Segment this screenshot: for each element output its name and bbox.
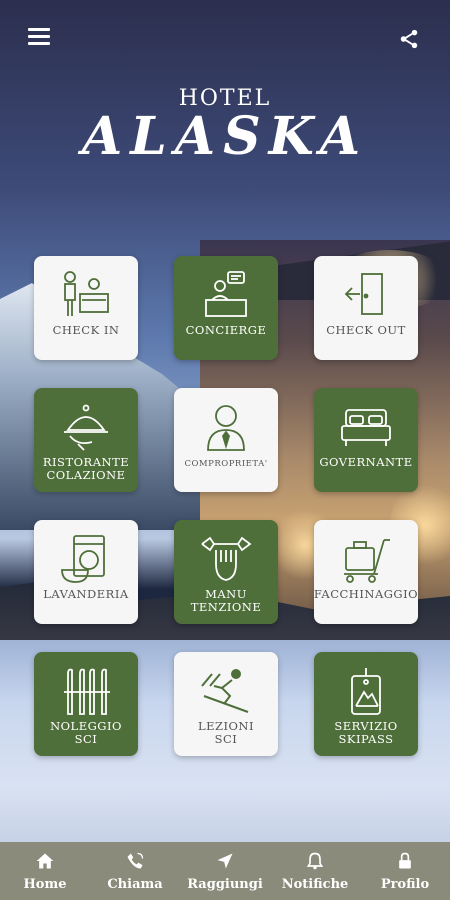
- nav-label: Profilo: [380, 876, 430, 892]
- tile-manutenzione[interactable]: MANU TENZIONE: [174, 520, 278, 624]
- nav-label: Home: [23, 876, 67, 892]
- ski-pass-icon: [351, 668, 381, 715]
- tile-governante[interactable]: GOVERNANTE: [314, 388, 418, 492]
- tile-label: GOVERNANTE: [319, 455, 413, 469]
- tile-label: LEZIONI SCI: [197, 719, 255, 746]
- cloche-serving-icon: [64, 404, 108, 451]
- nav-label: Chiama: [107, 876, 163, 892]
- business-person-icon: [207, 405, 245, 451]
- nav-chiama[interactable]: Chiama: [95, 851, 175, 892]
- tile-concierge[interactable]: CONCIERGE: [174, 256, 278, 360]
- home-icon: [36, 853, 54, 868]
- tile-label: RISTORANTE COLAZIONE: [42, 455, 130, 482]
- tile-label: CHECK IN: [52, 323, 120, 337]
- brand-hotel-name: ALASKA: [81, 106, 369, 167]
- tile-lezioni-sci[interactable]: LEZIONI SCI: [174, 652, 278, 756]
- wrench-hand-icon: [201, 536, 252, 581]
- bed-icon: [341, 409, 391, 446]
- luggage-cart-icon: [344, 539, 390, 583]
- tile-check-out[interactable]: CHECK OUT: [314, 256, 418, 360]
- tile-ristorante-colazione[interactable]: RISTORANTE COLAZIONE: [34, 388, 138, 492]
- hamburger-menu-icon[interactable]: [28, 28, 50, 48]
- tile-check-in[interactable]: CHECK IN: [34, 256, 138, 360]
- tile-label: CONCIERGE: [185, 323, 267, 337]
- share-icon[interactable]: [398, 28, 420, 50]
- exit-door-icon: [344, 273, 383, 315]
- concierge-desk-icon: [205, 271, 247, 317]
- tile-label: FACCHINAGGIO: [313, 587, 419, 601]
- tile-servizio-skipass[interactable]: SERVIZIO SKIPASS: [314, 652, 418, 756]
- nav-raggiungi[interactable]: Raggiungi: [185, 851, 265, 892]
- tile-label: COMPROPRIETA': [184, 459, 268, 469]
- reception-desk-icon: [64, 271, 109, 316]
- tile-label: NOLEGGIO SCI: [50, 719, 122, 746]
- phone-icon: [127, 852, 144, 868]
- skis-icon: [64, 668, 110, 715]
- bottom-navigation: Home Chiama Raggiungi Notifiche Profilo: [0, 842, 450, 900]
- washing-machine-icon: [61, 535, 105, 583]
- nav-home[interactable]: Home: [5, 851, 85, 892]
- tile-label: SERVIZIO SKIPASS: [334, 719, 398, 746]
- tile-noleggio-sci[interactable]: NOLEGGIO SCI: [34, 652, 138, 756]
- nav-label: Notifiche: [281, 876, 349, 892]
- skier-icon: [201, 669, 249, 713]
- nav-label: Raggiungi: [187, 876, 263, 892]
- tile-comproprieta[interactable]: COMPROPRIETA': [174, 388, 278, 492]
- tile-facchinaggio[interactable]: FACCHINAGGIO: [314, 520, 418, 624]
- tile-label: CHECK OUT: [326, 323, 406, 337]
- tile-label: MANU TENZIONE: [190, 587, 262, 614]
- lock-icon: [399, 852, 411, 868]
- tile-lavanderia[interactable]: LAVANDERIA: [34, 520, 138, 624]
- bell-icon: [306, 852, 324, 869]
- nav-notifiche[interactable]: Notifiche: [275, 851, 355, 892]
- navigation-arrow-icon: [217, 853, 233, 868]
- nav-profilo[interactable]: Profilo: [365, 851, 445, 892]
- tile-label: LAVANDERIA: [43, 587, 129, 601]
